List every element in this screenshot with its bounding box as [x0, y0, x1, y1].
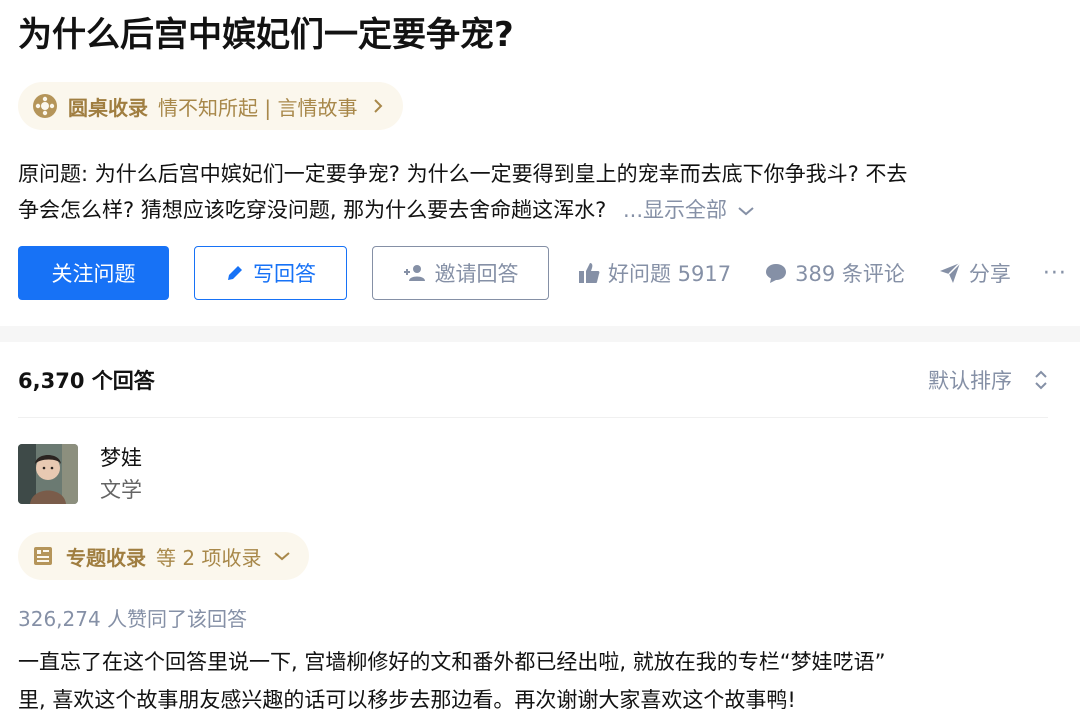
collection-badge[interactable]: 专题收录 等 2 项收录 — [18, 532, 310, 580]
thumb-up-icon — [579, 263, 600, 283]
collection-count: 等 2 项收录 — [156, 545, 262, 570]
comments-button[interactable]: 389 条评论 — [765, 258, 905, 288]
show-all-link[interactable]: ...显示全部 — [623, 198, 755, 222]
share-button[interactable]: 分享 — [939, 258, 1011, 288]
question-title: 为什么后宫中嫔妃们一定要争宠? — [18, 15, 514, 55]
invite-answer-button[interactable]: 邀请回答 — [372, 246, 549, 300]
share-icon — [939, 262, 961, 283]
chevron-down-icon — [738, 207, 754, 216]
avatar[interactable] — [18, 444, 78, 504]
sort-dropdown[interactable]: 默认排序 — [928, 365, 1048, 395]
answer-content: 一直忘了在这个回答里说一下, 宫墙柳修好的文和番外都已经出啦, 就放在我的专栏“… — [18, 643, 1068, 719]
roundtable-badge[interactable]: 圆桌收录 情不知所起 | 言情故事 — [18, 82, 404, 130]
description-text: 争会怎么样? 猜想应该吃穿没问题, 那为什么要去舍命趟这浑水? — [18, 198, 613, 222]
more-button[interactable]: ··· — [1043, 261, 1067, 286]
roundtable-label: 圆桌收录 — [68, 95, 148, 120]
chevron-right-icon — [374, 99, 383, 113]
follow-question-button[interactable]: 关注问题 — [18, 246, 169, 300]
description-line-1: 原问题: 为什么后宫中嫔妃们一定要争宠? 为什么一定要得到皇上的宠幸而去底下你争… — [18, 162, 908, 186]
voters-count[interactable]: 326,274 人赞同了该回答 — [18, 604, 247, 634]
add-user-icon — [403, 265, 425, 281]
sort-icon — [1035, 370, 1047, 389]
question-header: 为什么后宫中嫔妃们一定要争宠? 圆桌收录 情不知所起 | 言情故事 原问题: 为… — [0, 0, 1080, 326]
author-name[interactable]: 梦娃 — [100, 442, 142, 474]
comments-label: 389 条评论 — [795, 262, 905, 286]
sort-label: 默认排序 — [928, 368, 1012, 393]
good-question-button[interactable]: 好问题 5917 — [578, 258, 731, 288]
answer-content-line-2: 里, 喜欢这个故事朋友感兴趣的话可以移步去那边看。再次谢谢大家喜欢这个故事鸭! — [18, 688, 796, 712]
good-question-label: 好问题 5917 — [608, 262, 732, 286]
question-actions: 关注问题 写回答 邀请回答 好问题 5917 389 条评论 分享 ··· — [18, 246, 1080, 300]
share-label: 分享 — [968, 262, 1011, 286]
author-info: 梦娃 文学 — [100, 442, 142, 506]
author-bio: 文学 — [100, 478, 142, 502]
answer-count: 6,370 个回答 — [18, 368, 155, 393]
roundtable-icon — [32, 93, 58, 119]
invite-answer-label: 邀请回答 — [434, 262, 519, 286]
show-all-label: ...显示全部 — [623, 198, 728, 222]
answer-author: 梦娃 文学 — [18, 444, 142, 506]
write-answer-label: 写回答 — [253, 262, 316, 286]
answer-content-line-1: 一直忘了在这个回答里说一下, 宫墙柳修好的文和番外都已经出啦, 就放在我的专栏“… — [18, 650, 886, 674]
chevron-down-icon — [274, 552, 291, 561]
roundtable-topic: 情不知所起 | 言情故事 — [158, 95, 358, 120]
question-description: 原问题: 为什么后宫中嫔妃们一定要争宠? 为什么一定要得到皇上的宠幸而去底下你争… — [18, 156, 1068, 228]
write-answer-button[interactable]: 写回答 — [194, 246, 347, 300]
pencil-icon — [228, 266, 242, 280]
collection-label: 专题收录 — [66, 545, 146, 570]
comment-icon — [766, 264, 787, 283]
answers-header: 6,370 个回答 默认排序 — [18, 342, 1048, 418]
section-divider — [0, 326, 1080, 342]
column-icon — [34, 547, 52, 565]
description-line-2: 争会怎么样? 猜想应该吃穿没问题, 那为什么要去舍命趟这浑水? ...显示全部 — [18, 192, 1068, 228]
